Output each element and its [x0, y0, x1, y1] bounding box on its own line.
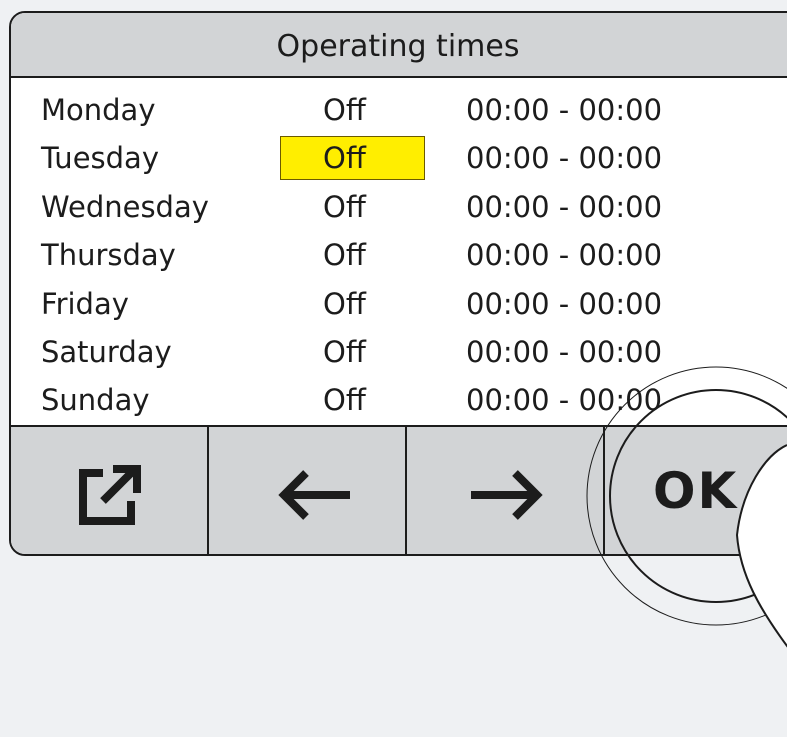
day-label: Thursday	[41, 238, 176, 273]
arrow-right-icon	[471, 470, 543, 520]
status-value: Off	[323, 334, 366, 369]
arrow-left-icon	[278, 470, 350, 520]
button-bar: OK	[11, 425, 787, 554]
day-label: Wednesday	[41, 189, 209, 224]
schedule-list: Monday Off 00:00 - 00:00 Tuesday Off 00:…	[11, 87, 787, 426]
status-value: Off	[323, 286, 366, 321]
schedule-row-tuesday: Tuesday Off 00:00 - 00:00	[11, 135, 787, 183]
back-button[interactable]	[209, 427, 407, 554]
status-value: Off	[323, 141, 366, 176]
day-label: Tuesday	[41, 141, 159, 176]
export-button[interactable]	[11, 427, 209, 554]
screen: Operating times Monday Off 00:00 - 00:00…	[0, 0, 787, 737]
time-range[interactable]: 00:00 - 00:00	[466, 329, 662, 377]
day-label: Friday	[41, 286, 129, 321]
time-range[interactable]: 00:00 - 00:00	[466, 232, 662, 280]
next-button[interactable]	[407, 427, 605, 554]
time-range[interactable]: 00:00 - 00:00	[466, 184, 662, 232]
ok-label: OK	[653, 462, 739, 520]
schedule-row-sunday: Sunday Off 00:00 - 00:00	[11, 377, 787, 425]
title-bar: Operating times	[11, 13, 787, 78]
status-value: Off	[323, 238, 366, 273]
schedule-row-friday: Friday Off 00:00 - 00:00	[11, 281, 787, 329]
time-range[interactable]: 00:00 - 00:00	[466, 281, 662, 329]
ok-button[interactable]: OK	[605, 427, 787, 554]
schedule-row-thursday: Thursday Off 00:00 - 00:00	[11, 232, 787, 280]
time-range[interactable]: 00:00 - 00:00	[466, 135, 662, 183]
status-value: Off	[323, 93, 366, 127]
schedule-row-monday: Monday Off 00:00 - 00:00	[11, 87, 787, 135]
status-value: Off	[323, 189, 366, 224]
day-label: Monday	[41, 93, 156, 127]
schedule-row-saturday: Saturday Off 00:00 - 00:00	[11, 329, 787, 377]
status-value: Off	[323, 383, 366, 418]
schedule-row-wednesday: Wednesday Off 00:00 - 00:00	[11, 184, 787, 232]
operating-times-dialog: Operating times Monday Off 00:00 - 00:00…	[9, 11, 787, 556]
day-label: Sunday	[41, 383, 150, 418]
export-icon	[79, 465, 141, 525]
dialog-title: Operating times	[276, 29, 520, 64]
day-label: Saturday	[41, 334, 172, 369]
time-range[interactable]: 00:00 - 00:00	[466, 377, 662, 425]
time-range[interactable]: 00:00 - 00:00	[466, 87, 662, 135]
